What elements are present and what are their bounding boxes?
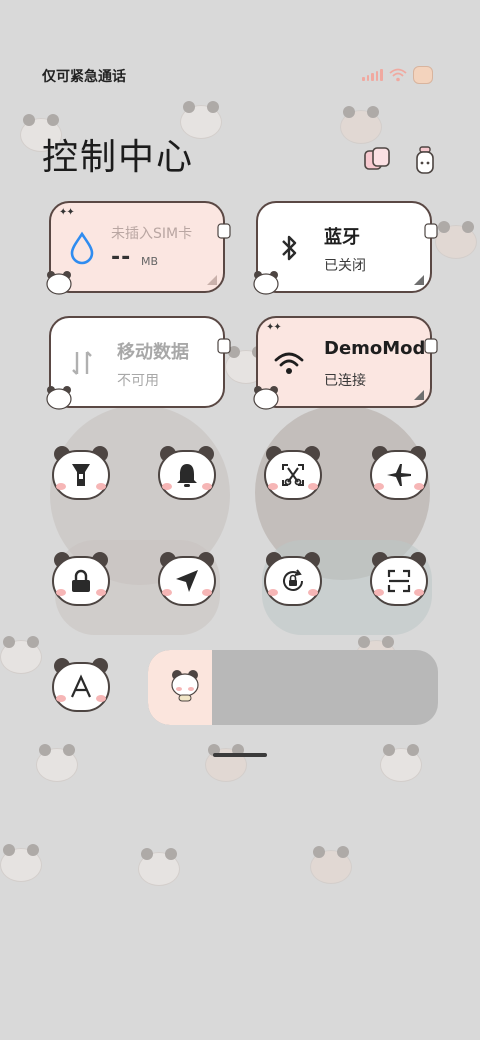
scissors-icon [282,464,304,486]
expand-corner-icon[interactable] [414,275,424,285]
wallpaper-bear [138,848,180,886]
bell-icon [177,464,197,487]
tag-icon [424,223,438,239]
bluetooth-icon [282,235,297,261]
bluetooth-status: 已关闭 [324,258,366,274]
wifi-status: 已连接 [324,373,366,389]
sparkle-icon: ✦✦ [266,322,282,333]
bear-sticker-icon [46,386,72,410]
rotation-lock-toggle[interactable] [264,552,322,606]
bluetooth-card[interactable]: 蓝牙 已关闭 [253,201,438,295]
bottle-icon[interactable] [410,145,440,175]
wallpaper-bear [0,636,42,674]
bell-toggle[interactable] [158,446,216,500]
font-icon [70,674,92,698]
battery-icon [412,66,433,84]
airplane-toggle[interactable] [370,446,428,500]
water-drop-icon [70,231,94,265]
sim-status-label: 未插入SIM卡 [111,226,193,242]
location-arrow-icon [176,570,198,592]
data-usage-unit: MB [141,255,159,268]
flashlight-icon [72,464,90,486]
home-indicator[interactable] [213,753,267,757]
flashlight-toggle[interactable] [52,446,110,500]
airplane-icon [387,464,411,486]
wifi-network-name: DemoMode [324,338,428,359]
screenshot-toggle[interactable] [264,446,322,500]
mobile-data-title: 移动数据 [117,342,189,363]
bear-sticker-icon [46,271,72,295]
brightness-bear-icon [171,670,199,702]
data-usage-value: -- [111,245,132,270]
data-usage-card[interactable]: ✦✦ 未插入SIM卡 -- MB [46,201,231,295]
wifi-icon [388,68,407,82]
wallpaper-bear [36,744,78,782]
expand-corner-icon[interactable] [414,390,424,400]
tag-icon [217,223,231,239]
brightness-slider[interactable] [148,650,438,725]
wifi-card[interactable]: ✦✦ DemoMode 已连接 [253,316,438,410]
wallpaper-bear [310,846,352,884]
page-title: 控制中心 [42,137,195,178]
lock-toggle[interactable] [52,552,110,606]
wallpaper-bear [340,106,382,144]
font-size-toggle[interactable] [52,658,110,712]
location-toggle[interactable] [158,552,216,606]
sparkle-icon: ✦✦ [59,207,75,218]
carrier-status: 仅可紧急通话 [42,69,126,85]
mobile-data-icon [72,351,92,375]
lock-icon [72,569,90,592]
wifi-icon [274,352,304,374]
tag-icon [217,338,231,354]
theme-icon[interactable] [362,145,392,175]
expand-corner-icon [207,275,217,285]
bluetooth-title: 蓝牙 [324,227,360,248]
wallpaper-bear [0,844,42,882]
scanner-toggle[interactable] [370,552,428,606]
mobile-data-card[interactable]: 移动数据 不可用 [46,316,231,410]
tag-icon [424,338,438,354]
rotation-lock-icon [283,569,303,591]
bear-sticker-icon [253,271,279,295]
wallpaper-bear [435,221,477,259]
wallpaper-bear [380,744,422,782]
bear-sticker-icon [253,386,279,410]
scan-icon [387,569,411,593]
status-icons [362,66,433,84]
mobile-data-status: 不可用 [117,373,159,389]
signal-icon [362,69,383,81]
